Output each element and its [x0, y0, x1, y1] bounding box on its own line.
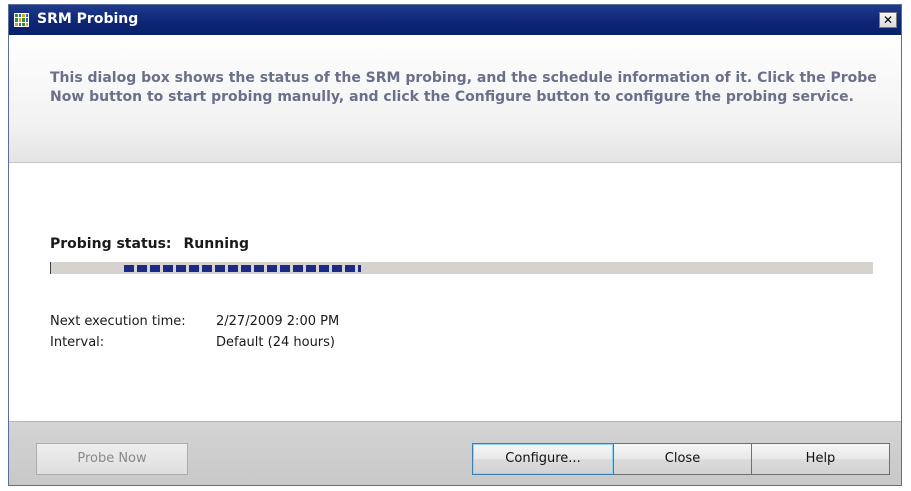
probing-status-row: Probing status: Running [50, 236, 249, 252]
progress-marquee-blocks [124, 265, 361, 272]
probing-status-value: Running [183, 236, 249, 252]
schedule-info: Next execution time: 2/27/2009 2:00 PM I… [50, 311, 339, 353]
title-bar[interactable]: SRM Probing ✕ [9, 5, 901, 35]
close-button[interactable]: Close [613, 443, 752, 475]
app-grid-icon [14, 13, 29, 27]
content-area: Probing status: Running Next execution ti… [9, 163, 901, 422]
header-panel: This dialog box shows the status of the … [9, 35, 901, 163]
probe-now-button[interactable]: Probe Now [36, 443, 188, 475]
window-title: SRM Probing [37, 11, 139, 27]
description-text: This dialog box shows the status of the … [50, 70, 877, 105]
next-execution-value: 2/27/2009 2:00 PM [216, 314, 340, 329]
interval-row: Interval: Default (24 hours) [50, 332, 339, 353]
srm-probing-dialog: SRM Probing ✕ This dialog box shows the … [8, 4, 902, 486]
configure-button[interactable]: Configure... [472, 443, 614, 475]
help-button[interactable]: Help [751, 443, 890, 475]
close-icon[interactable]: ✕ [879, 12, 897, 28]
probing-status-label: Probing status: [50, 236, 172, 252]
next-execution-label: Next execution time: [50, 314, 186, 329]
interval-value: Default (24 hours) [216, 335, 335, 350]
button-bar: Probe Now Configure... Close Help [9, 422, 901, 485]
next-execution-row: Next execution time: 2/27/2009 2:00 PM [50, 311, 339, 332]
probing-progress-bar [50, 262, 873, 274]
interval-label: Interval: [50, 335, 105, 350]
